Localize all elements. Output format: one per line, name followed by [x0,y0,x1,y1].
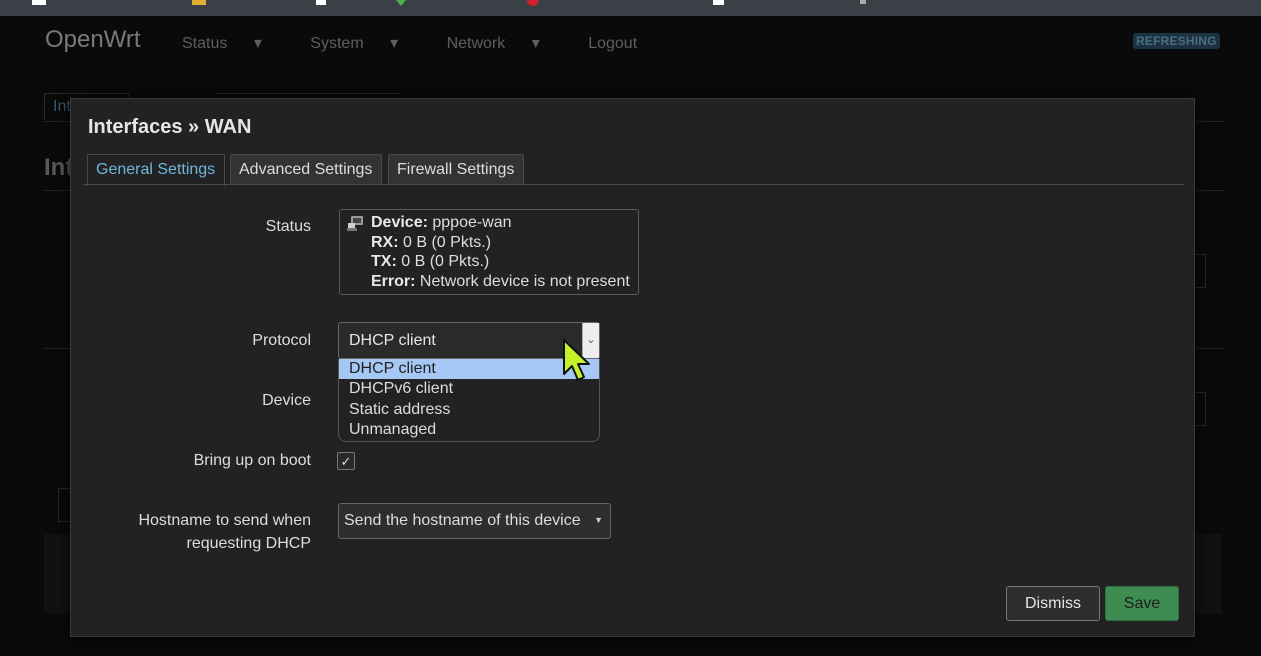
status-rx-value: 0 B (0 Pkts.) [403,233,492,251]
tab-general-settings[interactable]: General Settings [87,154,225,186]
bookmark-icon[interactable] [396,0,406,6]
boot-label: Bring up on boot [193,452,311,469]
tab-firewall-settings[interactable]: Firewall Settings [388,154,524,185]
hostname-label: Hostname to send when requesting DHCP [138,509,311,555]
bg-page-heading: Int [44,154,74,181]
status-error-key: Error: [371,272,416,290]
brand-logo[interactable]: OpenWrt [45,26,141,54]
status-error-line: Error: Network device is not present [371,272,638,292]
status-tx-value: 0 B (0 Pkts.) [401,253,490,270]
status-rx-key: RX: [371,233,399,251]
protocol-option-dhcpv6[interactable]: DHCPv6 client [339,379,599,399]
status-device-key: Device: [371,214,428,231]
status-error-value: Network device is not present [419,272,630,290]
mouse-cursor-icon [563,339,590,381]
hostname-selected-value: Send the hostname of this device [344,512,581,529]
bookmark-icon[interactable] [860,0,866,4]
nav-logout[interactable]: Logout [588,35,637,52]
interface-edit-modal: Interfaces » WAN General Settings Advanc… [70,98,1195,637]
nav-network-label: Network [446,35,506,52]
nav-system-label: System [310,35,364,52]
protocol-dropdown-list: DHCP client DHCPv6 client Static address… [338,359,600,442]
dismiss-button[interactable]: Dismiss [1006,586,1100,621]
status-device-value: pppoe-wan [432,214,512,231]
protocol-option-static[interactable]: Static address [339,400,599,420]
bookmark-icon[interactable] [527,0,539,6]
status-device-line: Device: pppoe-wan [371,213,638,233]
nav-system[interactable]: System ▾ [310,35,420,52]
hostname-label-line2: requesting DHCP [186,535,312,552]
network-port-icon [347,216,363,231]
caret-down-icon: ▾ [253,35,262,52]
status-box: Device: pppoe-wan RX: 0 B (0 Pkts.) TX: … [339,209,639,295]
caret-down-icon: ▾ [390,35,399,52]
protocol-option-unmanaged[interactable]: Unmanaged [339,420,599,440]
bookmark-icon[interactable] [192,0,206,5]
status-label: Status [265,218,311,235]
refreshing-badge[interactable]: REFRESHING [1133,33,1220,49]
tab-divider [83,184,1184,185]
hostname-label-line1: Hostname to send when [138,512,311,529]
caret-down-icon: ▼ [594,515,603,525]
nav-status[interactable]: Status ▾ [182,35,284,52]
tab-advanced-settings[interactable]: Advanced Settings [230,154,382,185]
status-rx-line: RX: 0 B (0 Pkts.) [371,233,638,253]
save-button[interactable]: Save [1105,586,1179,621]
status-tx-line: TX: 0 B (0 Pkts.) [371,252,638,272]
device-label: Device [262,392,311,409]
bookmark-icon[interactable] [713,0,724,5]
modal-title: Interfaces » WAN [88,116,252,138]
checkmark-icon: ✓ [340,454,352,469]
protocol-label: Protocol [252,332,311,349]
bookmarks-bar [0,0,1261,16]
protocol-select[interactable]: DHCP client ⌄ [338,322,600,359]
protocol-selected-value: DHCP client [349,332,436,349]
caret-down-icon: ▾ [531,35,540,52]
hostname-select[interactable]: Send the hostname of this device ▼ [338,503,611,539]
nav-network[interactable]: Network ▾ [447,35,562,52]
bookmark-icon[interactable] [316,0,326,5]
boot-checkbox[interactable]: ✓ [337,452,355,470]
status-tx-key: TX: [371,253,397,270]
bookmark-icon[interactable] [32,0,46,5]
protocol-option-dhcp[interactable]: DHCP client [339,359,599,380]
top-nav: Status ▾ System ▾ Network ▾ Logout [182,33,659,53]
nav-status-label: Status [182,35,228,52]
